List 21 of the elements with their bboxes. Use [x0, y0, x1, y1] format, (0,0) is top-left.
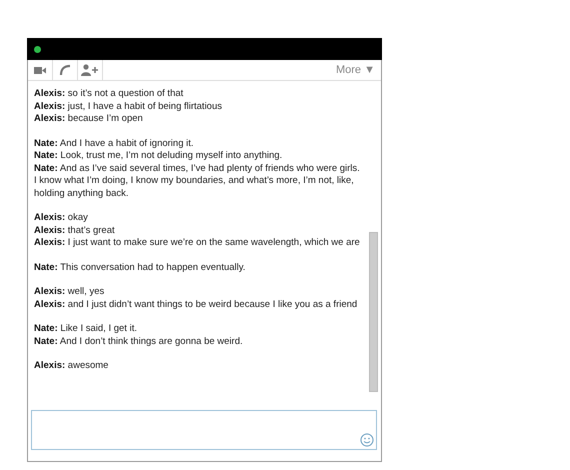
add-person-icon[interactable] — [78, 60, 103, 80]
more-menu-button[interactable]: More ▼ — [336, 64, 381, 76]
chat-message: Alexis: just, I have a habit of being flirtatious — [34, 100, 224, 113]
chat-message: Nate: And I don’t think things are gonna be weird. — [34, 336, 244, 348]
online-dot-icon — [34, 46, 41, 52]
chat-message: Alexis: well, yes — [34, 286, 106, 298]
chat-message: Alexis: I just want to make sure we’re on the same wavelength, which we are — [34, 237, 361, 250]
chat-message: Nate: And I have a habit of ignoring it. — [34, 138, 195, 150]
chat-message: Alexis: so it’s not a question of that — [34, 88, 184, 100]
chat-message: Alexis: that’s great — [34, 224, 116, 237]
chat-message: Nate: Look, trust me, I’m not deluding myself into anything. — [34, 150, 284, 162]
scrollbar-thumb[interactable] — [369, 232, 378, 392]
smiley-icon[interactable] — [360, 433, 374, 447]
chat-message: Alexis: because I’m open — [34, 113, 144, 126]
chat-message: Nate: This conversation had to happen eventually. — [34, 262, 246, 274]
chat-message: Nate: And as I’ve said several times, I’ve had plenty of friends who were girls. I know what I’m doing, I know my boundaries, and what’s more, I’m not, like, holding anything back. — [34, 162, 361, 200]
chat-message: Alexis: awesome — [34, 360, 110, 372]
message-input-field[interactable] — [31, 410, 377, 450]
chat-message: Alexis: okay — [34, 212, 89, 224]
chat-message: Alexis: and I just didn’t want things to be weird because I like you as a friend — [34, 298, 358, 311]
chat-message: Nate: Like I said, I get it. — [34, 323, 138, 336]
